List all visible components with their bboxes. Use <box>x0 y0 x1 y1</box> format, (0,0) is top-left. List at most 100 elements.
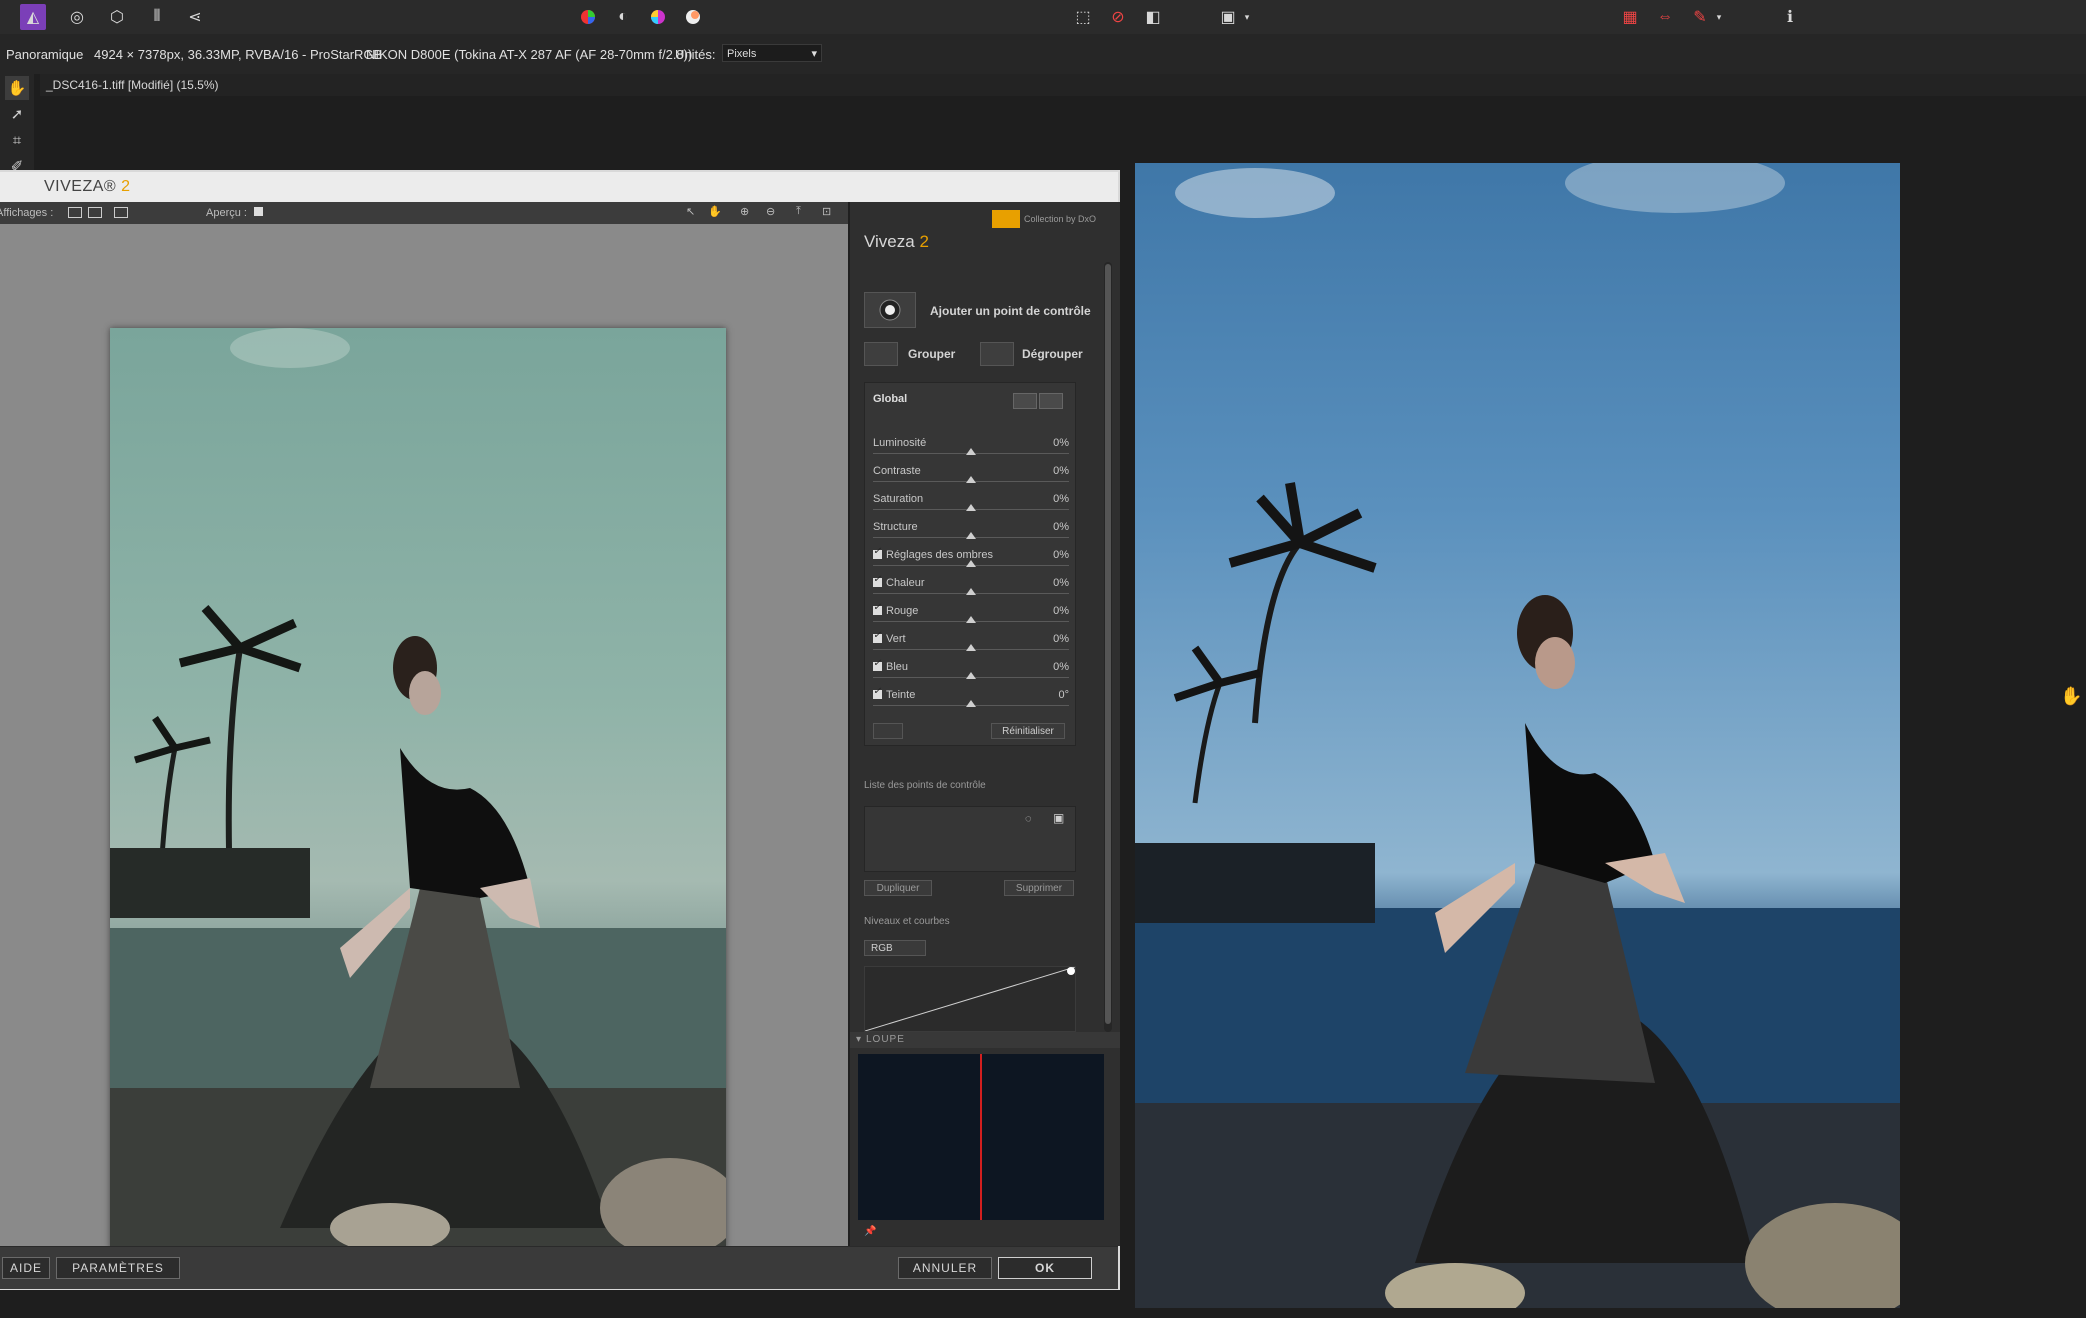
channel-value: RGB <box>871 942 893 954</box>
chevron-down-icon[interactable]: ▾ <box>1240 4 1254 30</box>
zoom-in-icon[interactable]: ⊕ <box>740 205 749 218</box>
slider-knob[interactable] <box>966 588 976 595</box>
slider-contraste[interactable]: Contraste 0% <box>873 463 1069 491</box>
add-control-point-button[interactable] <box>864 292 916 328</box>
marquee-icon[interactable]: ⬚ <box>1070 4 1096 30</box>
slider-structure[interactable]: Structure 0% <box>873 519 1069 547</box>
split-icon[interactable]: ⇔ <box>1652 4 1678 30</box>
slider-luminosite[interactable]: Luminosité 0% <box>873 435 1069 463</box>
slider-knob[interactable] <box>966 532 976 539</box>
checkbox[interactable] <box>873 658 882 671</box>
curves-graph[interactable] <box>864 966 1076 1032</box>
affinity-logo-icon[interactable]: ◭ <box>20 4 46 30</box>
slider-knob[interactable] <box>966 504 976 511</box>
reset-button[interactable]: Réinitialiser <box>991 723 1065 739</box>
ok-button[interactable]: OK <box>998 1257 1092 1279</box>
side-by-side-view-icon[interactable] <box>114 207 128 218</box>
loupe-header[interactable]: ▾ LOUPE <box>850 1032 1120 1048</box>
slider-saturation[interactable]: Saturation 0% <box>873 491 1069 519</box>
settings-button[interactable]: PARAMÈTRES <box>56 1257 180 1279</box>
preview-checkbox[interactable] <box>254 207 263 216</box>
channel-select[interactable]: RGB <box>864 940 926 956</box>
slider-chaleur[interactable]: Chaleur 0% <box>873 574 1069 603</box>
slider-knob[interactable] <box>966 560 976 567</box>
slider-knob[interactable] <box>966 448 976 455</box>
context-toolbar: Panoramique 4924 × 7378px, 36.33MP, RVBA… <box>0 34 2086 74</box>
crop-tool-icon[interactable]: ⌗ <box>5 128 29 152</box>
color-wheel-icon[interactable] <box>575 4 601 30</box>
slider-knob[interactable] <box>966 700 976 707</box>
global-adjustments-box: Global Luminosité 0% Contraste 0% Satura… <box>864 382 1076 746</box>
control-point-visibility-icon[interactable]: ◌ <box>1025 813 1032 825</box>
slider-bleu[interactable]: Bleu 0% <box>873 658 1069 687</box>
preview-image[interactable] <box>110 328 726 1250</box>
slider-label: Structure <box>873 521 918 533</box>
mask-icon[interactable]: ◧ <box>1140 4 1166 30</box>
control-points-list-label[interactable]: Liste des points de contrôle <box>864 780 986 791</box>
ungroup-icon[interactable] <box>980 342 1014 366</box>
duplicate-button[interactable]: Dupliquer <box>864 880 932 896</box>
checkbox[interactable] <box>873 574 882 587</box>
assistant-icon[interactable]: ✎ <box>1687 4 1713 30</box>
control-point-mask-icon[interactable]: ▣ <box>1053 811 1064 825</box>
ungroup-label[interactable]: Dégrouper <box>1022 347 1083 361</box>
copy-settings-icon[interactable] <box>1013 393 1037 409</box>
hand-tool-icon[interactable]: ✋ <box>5 76 29 100</box>
paste-settings-icon[interactable] <box>1039 393 1063 409</box>
actual-size-icon[interactable]: ⊡ <box>822 205 831 218</box>
slider-knob[interactable] <box>966 644 976 651</box>
chevron-down-icon[interactable]: ▾ <box>1712 4 1726 30</box>
panel-scrollbar[interactable] <box>1104 262 1112 1032</box>
single-view-icon[interactable] <box>68 207 82 218</box>
liquify-persona-icon[interactable]: ⬡ <box>104 4 130 30</box>
slider-vert[interactable]: Vert 0% <box>873 630 1069 659</box>
delete-button[interactable]: Supprimer <box>1004 880 1074 896</box>
loupe-label: LOUPE <box>866 1034 905 1045</box>
checkbox[interactable] <box>873 546 882 559</box>
slider-knob[interactable] <box>966 672 976 679</box>
zoom-out-icon[interactable]: ⊖ <box>766 205 775 218</box>
slider-value: 0% <box>1053 633 1069 645</box>
fit-icon[interactable]: ⤒ <box>796 205 801 218</box>
slider-knob[interactable] <box>966 476 976 483</box>
quick-mask-icon[interactable]: ▣ <box>1215 4 1241 30</box>
pointer-tool-icon[interactable]: ↖ <box>686 205 695 218</box>
checkbox[interactable] <box>873 630 882 643</box>
tone-map-persona-icon[interactable]: ⫴ <box>144 4 170 30</box>
checkbox[interactable] <box>873 602 882 615</box>
contrast-icon[interactable]: ◐ <box>610 4 636 30</box>
checkbox[interactable] <box>873 686 882 699</box>
no-selection-icon[interactable]: ⊘ <box>1105 4 1131 30</box>
levels-curves-label[interactable]: Niveaux et courbes <box>864 916 950 927</box>
hue-wheel-icon[interactable] <box>645 4 671 30</box>
move-tool-icon[interactable]: ➚ <box>5 102 29 126</box>
slider-reglages-ombres[interactable]: Réglages des ombres 0% <box>873 546 1069 575</box>
add-control-point-label: Ajouter un point de contrôle <box>930 304 1091 318</box>
document-tab[interactable]: _DSC416-1.tiff [Modifié] (15.5%) <box>40 74 2086 96</box>
help-button[interactable]: AIDE <box>2 1257 50 1279</box>
control-points-list: ◌ ▣ <box>864 806 1076 872</box>
grid-icon[interactable]: ▦ <box>1617 4 1643 30</box>
viveza-title-bar[interactable]: VIVEZA® 2 <box>0 172 1118 202</box>
toggle-icon[interactable] <box>873 723 903 739</box>
slider-value: 0% <box>1053 605 1069 617</box>
canvas-image[interactable] <box>1135 163 1900 1308</box>
units-select[interactable]: Pixels ▾ <box>722 44 822 62</box>
info-icon[interactable]: ℹ <box>1777 4 1803 30</box>
cancel-button[interactable]: ANNULER <box>898 1257 992 1279</box>
export-persona-icon[interactable]: ⋖ <box>182 4 208 30</box>
preview-area <box>0 224 848 1250</box>
split-view-icon[interactable] <box>88 207 102 218</box>
slider-knob[interactable] <box>966 616 976 623</box>
white-balance-icon[interactable] <box>680 4 706 30</box>
scrollbar-thumb[interactable] <box>1105 264 1111 1024</box>
slider-teinte[interactable]: Teinte 0° <box>873 686 1069 715</box>
viveza-bottom-bar: AIDE PARAMÈTRES ANNULER OK <box>0 1246 1118 1289</box>
hand-tool-icon[interactable]: ✋ <box>708 205 722 218</box>
group-label[interactable]: Grouper <box>908 347 955 361</box>
develop-persona-icon[interactable]: ◎ <box>64 4 90 30</box>
pin-icon[interactable]: 📌 <box>864 1226 876 1237</box>
group-icon[interactable] <box>864 342 898 366</box>
slider-rouge[interactable]: Rouge 0% <box>873 602 1069 631</box>
preview-label: Aperçu : <box>206 207 247 219</box>
